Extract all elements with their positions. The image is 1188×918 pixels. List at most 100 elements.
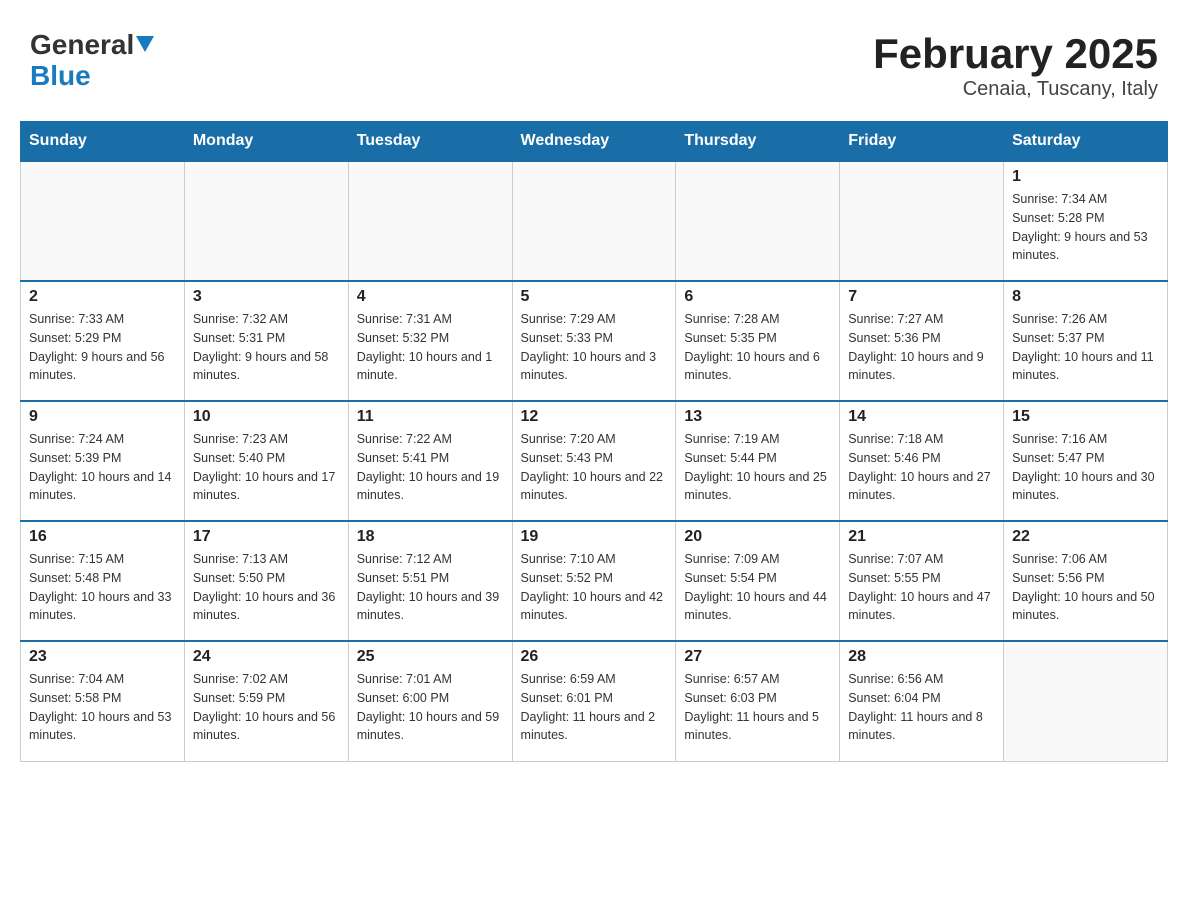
day-number: 24 <box>193 648 340 666</box>
day-number: 20 <box>684 528 831 546</box>
day-number: 27 <box>684 648 831 666</box>
sun-info: Sunrise: 7:19 AMSunset: 5:44 PMDaylight:… <box>684 430 831 505</box>
calendar-day-cell: 14 Sunrise: 7:18 AMSunset: 5:46 PMDayligh… <box>840 401 1004 521</box>
sun-info: Sunrise: 6:57 AMSunset: 6:03 PMDaylight:… <box>684 670 831 745</box>
sun-info: Sunrise: 7:20 AMSunset: 5:43 PMDaylight:… <box>521 430 668 505</box>
day-number: 14 <box>848 408 995 426</box>
day-number: 13 <box>684 408 831 426</box>
weekday-header-friday: Friday <box>840 122 1004 162</box>
day-number: 2 <box>29 288 176 306</box>
calendar-day-cell: 23 Sunrise: 7:04 AMSunset: 5:58 PMDayligh… <box>21 641 185 761</box>
calendar-day-cell: 25 Sunrise: 7:01 AMSunset: 6:00 PMDayligh… <box>348 641 512 761</box>
calendar-day-cell: 27 Sunrise: 6:57 AMSunset: 6:03 PMDayligh… <box>676 641 840 761</box>
calendar-day-cell <box>676 161 840 281</box>
day-number: 23 <box>29 648 176 666</box>
day-number: 1 <box>1012 168 1159 186</box>
sun-info: Sunrise: 7:34 AMSunset: 5:28 PMDaylight:… <box>1012 190 1159 265</box>
calendar-day-cell <box>512 161 676 281</box>
calendar-header-row: SundayMondayTuesdayWednesdayThursdayFrid… <box>21 122 1168 162</box>
sun-info: Sunrise: 7:23 AMSunset: 5:40 PMDaylight:… <box>193 430 340 505</box>
day-number: 8 <box>1012 288 1159 306</box>
calendar-day-cell <box>21 161 185 281</box>
calendar-day-cell: 8 Sunrise: 7:26 AMSunset: 5:37 PMDaylight… <box>1004 281 1168 401</box>
logo-general: General <box>30 29 134 60</box>
day-number: 26 <box>521 648 668 666</box>
sun-info: Sunrise: 7:15 AMSunset: 5:48 PMDaylight:… <box>29 550 176 625</box>
calendar-day-cell: 21Sunrise: 7:07 AMSunset: 5:55 PMDayligh… <box>840 521 1004 641</box>
day-number: 16 <box>29 528 176 546</box>
sun-info: Sunrise: 7:09 AMSunset: 5:54 PMDaylight:… <box>684 550 831 625</box>
day-number: 19 <box>521 528 668 546</box>
calendar-day-cell: 3 Sunrise: 7:32 AMSunset: 5:31 PMDaylight… <box>184 281 348 401</box>
logo: General Blue <box>30 30 154 92</box>
day-number: 28 <box>848 648 995 666</box>
sun-info: Sunrise: 7:16 AMSunset: 5:47 PMDaylight:… <box>1012 430 1159 505</box>
logo-blue: Blue <box>30 60 91 91</box>
calendar-week-row: 1 Sunrise: 7:34 AMSunset: 5:28 PMDaylight… <box>21 161 1168 281</box>
calendar-title: February 2025 <box>873 30 1158 78</box>
weekday-header-thursday: Thursday <box>676 122 840 162</box>
day-number: 9 <box>29 408 176 426</box>
calendar-day-cell: 1 Sunrise: 7:34 AMSunset: 5:28 PMDaylight… <box>1004 161 1168 281</box>
sun-info: Sunrise: 6:59 AMSunset: 6:01 PMDaylight:… <box>521 670 668 745</box>
day-number: 4 <box>357 288 504 306</box>
weekday-header-wednesday: Wednesday <box>512 122 676 162</box>
calendar-subtitle: Cenaia, Tuscany, Italy <box>873 78 1158 101</box>
sun-info: Sunrise: 7:13 AMSunset: 5:50 PMDaylight:… <box>193 550 340 625</box>
calendar-day-cell <box>1004 641 1168 761</box>
sun-info: Sunrise: 6:56 AMSunset: 6:04 PMDaylight:… <box>848 670 995 745</box>
calendar-day-cell: 13 Sunrise: 7:19 AMSunset: 5:44 PMDayligh… <box>676 401 840 521</box>
calendar-day-cell <box>184 161 348 281</box>
weekday-header-sunday: Sunday <box>21 122 185 162</box>
day-number: 10 <box>193 408 340 426</box>
calendar-week-row: 16 Sunrise: 7:15 AMSunset: 5:48 PMDayligh… <box>21 521 1168 641</box>
calendar-day-cell: 24 Sunrise: 7:02 AMSunset: 5:59 PMDayligh… <box>184 641 348 761</box>
day-number: 15 <box>1012 408 1159 426</box>
sun-info: Sunrise: 7:31 AMSunset: 5:32 PMDaylight:… <box>357 310 504 385</box>
calendar-day-cell: 6 Sunrise: 7:28 AMSunset: 5:35 PMDaylight… <box>676 281 840 401</box>
day-number: 5 <box>521 288 668 306</box>
calendar-day-cell: 15 Sunrise: 7:16 AMSunset: 5:47 PMDayligh… <box>1004 401 1168 521</box>
calendar-day-cell: 11Sunrise: 7:22 AMSunset: 5:41 PMDayligh… <box>348 401 512 521</box>
calendar-day-cell: 17Sunrise: 7:13 AMSunset: 5:50 PMDayligh… <box>184 521 348 641</box>
day-number: 18 <box>357 528 504 546</box>
day-number: 7 <box>848 288 995 306</box>
sun-info: Sunrise: 7:27 AMSunset: 5:36 PMDaylight:… <box>848 310 995 385</box>
calendar-week-row: 9 Sunrise: 7:24 AMSunset: 5:39 PMDaylight… <box>21 401 1168 521</box>
sun-info: Sunrise: 7:29 AMSunset: 5:33 PMDaylight:… <box>521 310 668 385</box>
sun-info: Sunrise: 7:26 AMSunset: 5:37 PMDaylight:… <box>1012 310 1159 385</box>
day-number: 25 <box>357 648 504 666</box>
sun-info: Sunrise: 7:10 AMSunset: 5:52 PMDaylight:… <box>521 550 668 625</box>
sun-info: Sunrise: 7:32 AMSunset: 5:31 PMDaylight:… <box>193 310 340 385</box>
sun-info: Sunrise: 7:28 AMSunset: 5:35 PMDaylight:… <box>684 310 831 385</box>
page-header: General Blue February 2025 Cenaia, Tusca… <box>20 20 1168 101</box>
sun-info: Sunrise: 7:01 AMSunset: 6:00 PMDaylight:… <box>357 670 504 745</box>
calendar-week-row: 2 Sunrise: 7:33 AMSunset: 5:29 PMDaylight… <box>21 281 1168 401</box>
calendar-day-cell <box>840 161 1004 281</box>
day-number: 22 <box>1012 528 1159 546</box>
calendar-table: SundayMondayTuesdayWednesdayThursdayFrid… <box>20 121 1168 762</box>
calendar-day-cell: 16 Sunrise: 7:15 AMSunset: 5:48 PMDayligh… <box>21 521 185 641</box>
sun-info: Sunrise: 7:24 AMSunset: 5:39 PMDaylight:… <box>29 430 176 505</box>
sun-info: Sunrise: 7:12 AMSunset: 5:51 PMDaylight:… <box>357 550 504 625</box>
calendar-day-cell: 18 Sunrise: 7:12 AMSunset: 5:51 PMDayligh… <box>348 521 512 641</box>
calendar-day-cell: 22 Sunrise: 7:06 AMSunset: 5:56 PMDayligh… <box>1004 521 1168 641</box>
calendar-day-cell <box>348 161 512 281</box>
title-block: February 2025 Cenaia, Tuscany, Italy <box>873 30 1158 101</box>
weekday-header-tuesday: Tuesday <box>348 122 512 162</box>
sun-info: Sunrise: 7:22 AMSunset: 5:41 PMDaylight:… <box>357 430 504 505</box>
sun-info: Sunrise: 7:02 AMSunset: 5:59 PMDaylight:… <box>193 670 340 745</box>
sun-info: Sunrise: 7:33 AMSunset: 5:29 PMDaylight:… <box>29 310 176 385</box>
sun-info: Sunrise: 7:04 AMSunset: 5:58 PMDaylight:… <box>29 670 176 745</box>
sun-info: Sunrise: 7:07 AMSunset: 5:55 PMDaylight:… <box>848 550 995 625</box>
day-number: 6 <box>684 288 831 306</box>
calendar-day-cell: 5 Sunrise: 7:29 AMSunset: 5:33 PMDaylight… <box>512 281 676 401</box>
calendar-day-cell: 12Sunrise: 7:20 AMSunset: 5:43 PMDayligh… <box>512 401 676 521</box>
calendar-day-cell: 28 Sunrise: 6:56 AMSunset: 6:04 PMDayligh… <box>840 641 1004 761</box>
calendar-day-cell: 4 Sunrise: 7:31 AMSunset: 5:32 PMDaylight… <box>348 281 512 401</box>
sun-info: Sunrise: 7:18 AMSunset: 5:46 PMDaylight:… <box>848 430 995 505</box>
day-number: 3 <box>193 288 340 306</box>
calendar-day-cell: 2 Sunrise: 7:33 AMSunset: 5:29 PMDaylight… <box>21 281 185 401</box>
calendar-day-cell: 9 Sunrise: 7:24 AMSunset: 5:39 PMDaylight… <box>21 401 185 521</box>
sun-info: Sunrise: 7:06 AMSunset: 5:56 PMDaylight:… <box>1012 550 1159 625</box>
